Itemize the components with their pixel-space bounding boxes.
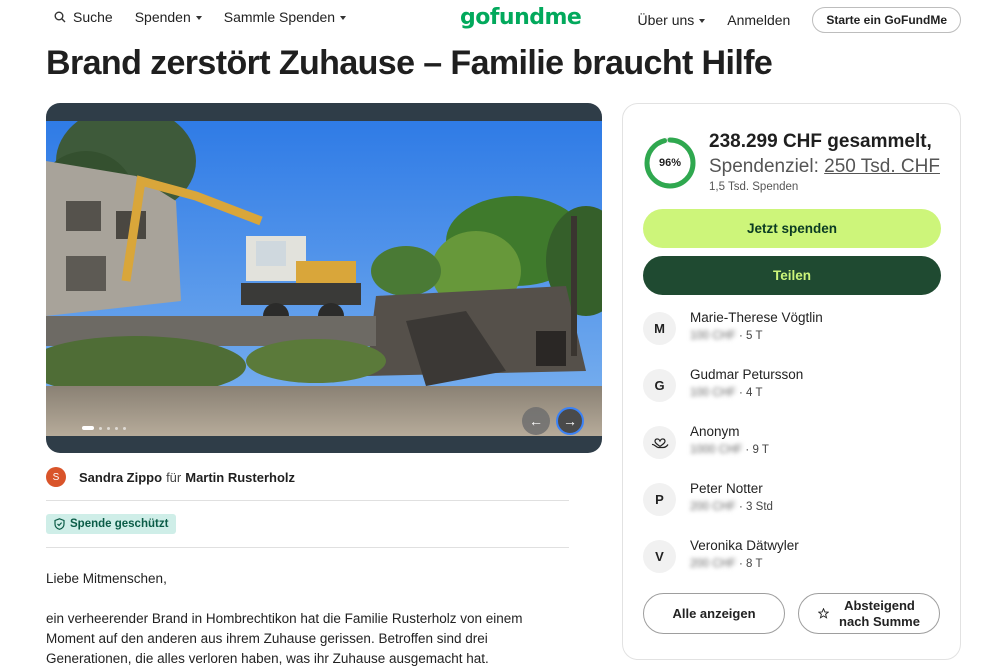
donor-avatar: P	[643, 483, 676, 516]
search-link[interactable]: Suche	[54, 9, 113, 25]
goal-amount[interactable]: 250 Tsd. CHF	[824, 156, 940, 177]
donor-item: G Gudmar Petursson 100 CHF · 4 T	[643, 364, 943, 404]
search-label: Suche	[73, 9, 113, 25]
sort-button-label: Absteigend nach Summe	[839, 598, 920, 630]
donor-amount-blurred: 200 CHF	[690, 501, 737, 513]
campaign-photo	[46, 121, 602, 436]
donor-time: · 4 T	[739, 387, 763, 399]
organizer-name[interactable]: Sandra Zippo	[79, 470, 162, 485]
collect-menu-label: Sammle Spenden	[223, 9, 336, 25]
donor-time: · 3 Std	[739, 501, 773, 513]
donor-time: · 8 T	[739, 558, 763, 570]
donate-now-button[interactable]: Jetzt spenden	[643, 209, 941, 248]
progress-ring: 96%	[643, 136, 697, 190]
heart-hand-icon	[651, 437, 668, 448]
gofundme-logo[interactable]: gofundme	[460, 5, 582, 30]
donor-name: Anonym	[690, 424, 740, 439]
gallery-dot[interactable]	[107, 426, 110, 430]
nav-right-group: Über uns Anmelden Starte ein GoFundMe	[637, 7, 961, 33]
gallery-prev-button[interactable]: ←	[522, 407, 550, 435]
chevron-down-icon	[195, 15, 202, 20]
top-navigation: Suche Spenden Sammle Spenden gofundme Üb…	[0, 0, 1000, 40]
donor-item: V Veronika Dätwyler 200 CHF · 8 T	[643, 535, 943, 575]
chevron-down-icon	[340, 15, 347, 20]
nav-left-group: Suche Spenden Sammle Spenden	[54, 9, 368, 25]
organizer-line: S Sandra Zippo für Martin Rusterholz	[46, 467, 295, 487]
donor-meta: 100 CHF · 4 T	[690, 387, 762, 399]
sort-by-amount-button[interactable]: Absteigend nach Summe	[798, 593, 940, 634]
organizer-avatar: S	[46, 467, 66, 487]
sort-button-line2: nach Summe	[839, 613, 920, 629]
collect-menu[interactable]: Sammle Spenden	[223, 9, 347, 25]
donor-time: · 5 T	[739, 330, 763, 342]
arrow-left-icon: ←	[529, 413, 543, 429]
show-all-donations-button[interactable]: Alle anzeigen	[643, 593, 785, 634]
raised-amount: 238.299 CHF gesammelt,	[709, 131, 932, 152]
start-gofundme-button[interactable]: Starte ein GoFundMe	[812, 7, 961, 33]
goal-line: Spendenziel: 250 Tsd. CHF	[709, 156, 940, 178]
donor-meta: 1000 CHF · 9 T	[690, 444, 769, 456]
donor-time: · 9 T	[745, 444, 769, 456]
donor-avatar	[643, 426, 676, 459]
donate-menu-label: Spenden	[134, 9, 191, 25]
story-paragraph: Liebe Mitmenschen,	[46, 571, 167, 586]
donor-name: Veronika Dätwyler	[690, 538, 799, 553]
donor-meta: 200 CHF · 3 Std	[690, 501, 773, 513]
shield-icon	[54, 518, 65, 530]
campaign-story: Liebe Mitmenschen, ein verheerender Bran…	[46, 569, 546, 667]
donation-count: 1,5 Tsd. Spenden	[709, 181, 799, 193]
donation-card: 96% 238.299 CHF gesammelt, Spendenziel: …	[622, 103, 961, 660]
section-divider	[46, 500, 569, 501]
gallery-dot[interactable]	[99, 426, 102, 430]
story-paragraph: ein verheerender Brand in Hombrechtikon …	[46, 611, 523, 666]
campaign-title: Brand zerstört Zuhause – Familie braucht…	[46, 44, 773, 82]
search-icon	[54, 11, 66, 23]
about-menu[interactable]: Über uns	[637, 12, 706, 28]
donor-avatar: G	[643, 369, 676, 402]
for-word: für	[166, 469, 182, 485]
campaign-photo-gallery[interactable]: ← →	[46, 103, 602, 453]
gallery-dot[interactable]	[115, 426, 118, 430]
gallery-dot[interactable]	[123, 426, 126, 430]
organizer-text: Sandra Zippo für Martin Rusterholz	[79, 470, 295, 485]
star-icon	[818, 608, 830, 619]
donor-avatar: M	[643, 312, 676, 345]
progress-percent: 96%	[658, 157, 682, 169]
donor-meta: 100 CHF · 5 T	[690, 330, 762, 342]
donor-name: Peter Notter	[690, 481, 763, 496]
gallery-next-button[interactable]: →	[556, 407, 584, 435]
donor-amount-blurred: 100 CHF	[690, 387, 737, 399]
gallery-dot[interactable]	[82, 426, 94, 430]
gallery-pagination	[82, 426, 131, 430]
sort-button-line1: Absteigend	[844, 597, 915, 613]
donor-avatar: V	[643, 540, 676, 573]
protected-badge-label: Spende geschützt	[70, 518, 169, 530]
login-link[interactable]: Anmelden	[727, 12, 790, 28]
donor-amount-blurred: 1000 CHF	[690, 444, 743, 456]
donor-name: Marie-Therese Vögtlin	[690, 310, 823, 325]
donation-protected-badge[interactable]: Spende geschützt	[46, 514, 177, 534]
donor-item: Anonym 1000 CHF · 9 T	[643, 421, 943, 461]
donor-amount-blurred: 100 CHF	[690, 330, 737, 342]
donor-item: M Marie-Therese Vögtlin 100 CHF · 5 T	[643, 307, 943, 347]
goal-prefix: Spendenziel:	[709, 156, 819, 177]
arrow-right-icon: →	[563, 413, 577, 429]
donor-item: P Peter Notter 200 CHF · 3 Std	[643, 478, 943, 518]
chevron-down-icon	[699, 18, 706, 23]
section-divider	[46, 547, 569, 548]
donor-amount-blurred: 200 CHF	[690, 558, 737, 570]
donor-meta: 200 CHF · 8 T	[690, 558, 762, 570]
donate-menu[interactable]: Spenden	[135, 9, 202, 25]
about-menu-label: Über uns	[637, 12, 695, 28]
beneficiary-name[interactable]: Martin Rusterholz	[185, 470, 295, 485]
share-button[interactable]: Teilen	[643, 256, 941, 295]
donor-name: Gudmar Petursson	[690, 367, 804, 382]
